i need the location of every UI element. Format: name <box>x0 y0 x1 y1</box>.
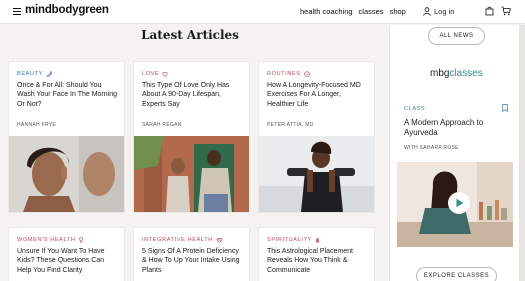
article-image-woman-dumbbells[interactable] <box>259 136 374 212</box>
bag-icon[interactable] <box>485 6 494 16</box>
class-title[interactable]: A Modern Approach to Ayurveda <box>404 118 504 138</box>
user-icon <box>423 7 431 16</box>
mbg-classes-logo[interactable]: mbgclasses <box>430 68 483 79</box>
menu-icon[interactable] <box>13 8 21 15</box>
article-title[interactable]: This Astrological Placement Reveals How … <box>267 247 368 275</box>
article-image-woman-face[interactable] <box>9 136 124 212</box>
brand-logo[interactable]: mindbodygreen <box>25 4 109 16</box>
section-title: Latest Articles <box>141 28 239 42</box>
nav-health-coaching[interactable]: health coaching <box>300 7 353 16</box>
explore-classes-button[interactable]: EXPLORE CLASSES <box>416 267 497 281</box>
article-image-couple[interactable] <box>134 136 249 212</box>
sidebar: ALL NEWS mbgclasses CLASS A Modern Appro… <box>389 25 519 281</box>
login-label: Log in <box>434 7 455 16</box>
article-title[interactable]: Once & For All: Should You Wash Your Fac… <box>17 81 118 109</box>
article-author[interactable]: PETER ATTIA, MD <box>267 122 314 128</box>
heart-pulse-icon <box>216 238 223 243</box>
class-instructor: WITH SAHARA ROSE <box>404 145 459 151</box>
article-category[interactable]: WOMEN'S HEALTH <box>17 237 84 243</box>
play-icon <box>456 198 463 208</box>
main-content: Latest Articles BEAUTY Once & For All: S… <box>0 25 388 281</box>
article-card[interactable]: SPIRITUALITY This Astrological Placement… <box>258 227 375 281</box>
play-button[interactable] <box>448 192 470 214</box>
article-category[interactable]: SPIRITUALITY <box>267 237 320 243</box>
top-navigation-bar: mindbodygreen health coaching classes sh… <box>0 0 525 24</box>
cart-icon[interactable] <box>501 6 511 16</box>
article-title[interactable]: How A Longevity-Focused MD Exercises For… <box>267 81 368 109</box>
main-nav: health coaching classes shop <box>300 7 406 16</box>
article-title[interactable]: 5 Signs Of A Protein Deficiency & How To… <box>142 247 243 275</box>
login-link[interactable]: Log in <box>423 7 454 16</box>
class-label: CLASS <box>404 106 426 112</box>
article-category[interactable]: LOVE <box>142 71 168 77</box>
article-category[interactable]: INTEGRATIVE HEALTH <box>142 237 223 243</box>
lipstick-icon <box>46 71 52 77</box>
article-author[interactable]: HANNAH FRYE <box>17 122 56 128</box>
clock-icon <box>303 71 310 77</box>
article-category[interactable]: BEAUTY <box>17 71 52 77</box>
article-card[interactable]: WOMEN'S HEALTH Unsure If You Want To Hav… <box>8 227 125 281</box>
all-news-button[interactable]: ALL NEWS <box>428 27 485 45</box>
heart-icon <box>162 72 168 77</box>
article-author[interactable]: SARAH REGAN <box>142 122 182 128</box>
class-video-thumbnail[interactable] <box>397 162 513 247</box>
article-title[interactable]: This Type Of Love Only Has About A 90-Da… <box>142 81 243 109</box>
article-card[interactable]: BEAUTY Once & For All: Should You Wash Y… <box>8 61 125 213</box>
article-category[interactable]: ROUTINES <box>267 71 310 77</box>
bookmark-icon[interactable] <box>502 104 508 112</box>
article-card[interactable]: ROUTINES How A Longevity-Focused MD Exer… <box>258 61 375 213</box>
article-title[interactable]: Unsure If You Want To Have Kids? These Q… <box>17 247 118 275</box>
article-card[interactable]: LOVE This Type Of Love Only Has About A … <box>133 61 250 213</box>
scrollbar[interactable] <box>519 25 525 281</box>
article-card[interactable]: INTEGRATIVE HEALTH 5 Signs Of A Protein … <box>133 227 250 281</box>
nav-shop[interactable]: shop <box>390 7 406 16</box>
nav-classes[interactable]: classes <box>359 7 384 16</box>
venus-icon <box>79 237 84 243</box>
flame-icon <box>315 237 319 243</box>
